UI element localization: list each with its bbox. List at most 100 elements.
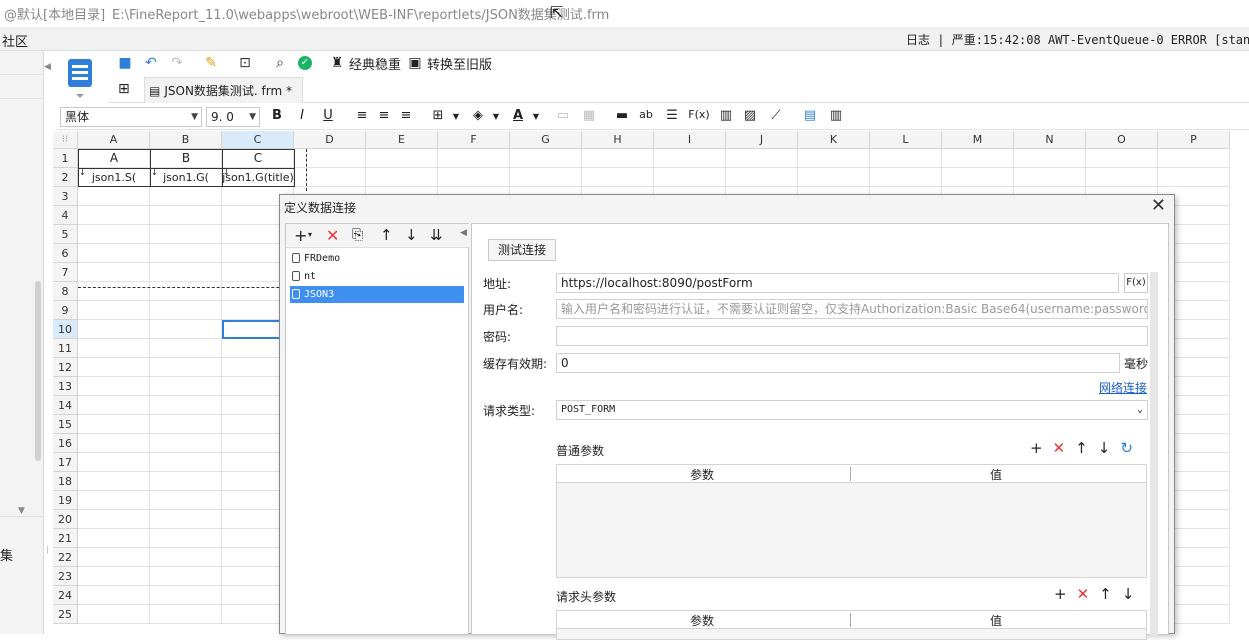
row-header[interactable]: 3 — [53, 187, 78, 206]
column-header[interactable]: G — [510, 131, 582, 149]
classic-theme-button[interactable]: ♜ 经典稳重 — [328, 53, 401, 73]
row-header[interactable]: 15 — [53, 415, 78, 434]
row-header[interactable]: 8 — [53, 282, 78, 301]
column-header[interactable]: K — [798, 131, 870, 149]
cell-b2[interactable]: json1.G( — [150, 171, 222, 184]
collapse-icon[interactable]: ◀ — [460, 228, 467, 238]
cell-a2[interactable]: json1.S( — [78, 171, 150, 184]
datasource-item-selected[interactable]: JSON3 — [290, 286, 464, 303]
align-right-icon[interactable]: ≡ — [396, 108, 416, 123]
password-field[interactable] — [556, 326, 1148, 346]
cache-field[interactable]: 0 — [556, 353, 1120, 373]
add-icon[interactable]: + — [1054, 585, 1067, 603]
column-header[interactable]: H — [582, 131, 654, 149]
cell-b1[interactable]: B — [150, 151, 222, 165]
row-header[interactable]: 20 — [53, 510, 78, 529]
tab-json-test[interactable]: ▤ JSON数据集测试. frm * — [144, 77, 304, 103]
text-ab-button[interactable]: ab — [636, 108, 656, 121]
splitter-handle-icon[interactable]: ⁞ — [46, 545, 49, 556]
add-icon[interactable]: + — [294, 226, 307, 245]
column-header[interactable]: J — [726, 131, 798, 149]
header-params-table[interactable]: 参数 值 — [556, 610, 1147, 640]
row-header[interactable]: 19 — [53, 491, 78, 510]
move-down-icon[interactable]: ↓ — [1098, 439, 1111, 457]
row-header[interactable]: 16 — [53, 434, 78, 453]
select-all-corner[interactable]: ⁝⁝ — [53, 131, 78, 149]
border-icon[interactable]: ⊞ — [428, 108, 448, 123]
chevron-down-icon[interactable]: ▼ — [486, 112, 506, 121]
chart-icon[interactable]: ▥ — [716, 108, 736, 123]
dataset-panel-label[interactable]: 集 — [0, 545, 13, 564]
cell-c2[interactable]: json1.G(title) — [222, 171, 294, 184]
bold-button[interactable]: B — [267, 108, 287, 123]
delete-icon[interactable]: ✕ — [326, 226, 339, 245]
column-header[interactable]: D — [294, 131, 366, 149]
row-header[interactable]: 14 — [53, 396, 78, 415]
community-menu[interactable]: 社区 — [2, 31, 28, 50]
redo-button[interactable]: ↷ — [168, 53, 186, 73]
chevron-down-icon[interactable]: ▼ — [446, 112, 466, 121]
fill-color-icon[interactable]: ◈ — [468, 108, 488, 123]
left-panel-scrollbar[interactable] — [35, 281, 41, 461]
copy-icon[interactable]: ⎘ — [352, 227, 363, 243]
formula-button[interactable]: F(x) — [1124, 273, 1148, 293]
settings-scrollbar[interactable] — [1150, 272, 1158, 636]
row-header[interactable]: 4 — [53, 206, 78, 225]
row-header[interactable]: 22 — [53, 548, 78, 567]
close-icon[interactable]: ✕ — [1151, 195, 1166, 216]
column-header[interactable]: E — [366, 131, 438, 149]
add-icon[interactable]: + — [1030, 439, 1043, 457]
log-status[interactable]: 日志 | 严重:15:42:08 AWT-EventQueue-0 ERROR … — [906, 31, 1249, 48]
column-header[interactable]: L — [870, 131, 942, 149]
request-type-select[interactable]: POST_FORM ⌄ — [556, 400, 1148, 420]
row-header[interactable]: 24 — [53, 586, 78, 605]
network-connection-link[interactable]: 网络连接 — [1099, 379, 1147, 396]
row-header[interactable]: 9 — [53, 301, 78, 320]
move-down-icon[interactable]: ↓ — [1122, 585, 1135, 603]
row-header[interactable]: 11 — [53, 339, 78, 358]
image-icon[interactable]: ▨ — [740, 108, 760, 123]
column-header[interactable]: F — [438, 131, 510, 149]
column-header[interactable]: N — [1014, 131, 1086, 149]
underline-button[interactable]: U — [318, 108, 338, 123]
column-header[interactable]: A — [78, 131, 150, 149]
column-header[interactable]: C — [222, 131, 294, 149]
unmerge-cells-icon[interactable]: ▦ — [579, 108, 599, 123]
insert-row-icon[interactable]: ▬ — [612, 108, 632, 123]
move-up-icon[interactable]: ↑ — [380, 226, 393, 244]
format-painter-button[interactable]: ✎ — [202, 53, 220, 73]
undo-button[interactable]: ↶ — [142, 53, 160, 73]
row-header[interactable]: 7 — [53, 263, 78, 282]
move-up-icon[interactable]: ↑ — [1099, 585, 1112, 603]
align-left-icon[interactable]: ≡ — [352, 108, 372, 123]
sort-icon[interactable]: ⇊ — [430, 226, 443, 244]
row-header[interactable]: 13 — [53, 377, 78, 396]
datasource-item[interactable]: nt — [290, 268, 464, 285]
move-down-icon[interactable]: ↓ — [405, 226, 418, 244]
row-header[interactable]: 25 — [53, 605, 78, 624]
chevron-down-icon[interactable]: ▾ — [308, 230, 312, 239]
preview-button[interactable]: ⊡ — [236, 53, 254, 73]
font-size-select[interactable]: 9. 0 ▼ — [206, 107, 260, 127]
row-header[interactable]: 23 — [53, 567, 78, 586]
slash-icon[interactable]: ⟋ — [766, 108, 786, 123]
delete-icon[interactable]: ✕ — [1077, 585, 1090, 603]
address-field[interactable]: https://localhost:8090/postForm — [556, 273, 1119, 293]
row-header[interactable]: 1 — [53, 149, 78, 168]
row-header[interactable]: 17 — [53, 453, 78, 472]
normal-params-table[interactable]: 参数 值 — [556, 464, 1147, 578]
row-header[interactable]: 6 — [53, 244, 78, 263]
save-button[interactable]: ■ — [116, 53, 134, 73]
align-center-icon[interactable]: ≡ — [374, 108, 394, 123]
username-field[interactable]: 输入用户名和密码进行认证，不需要认证则留空，仅支持Authorization:B… — [556, 299, 1148, 319]
cell-a1[interactable]: A — [78, 151, 150, 165]
collapse-left-icon[interactable]: ◀ — [44, 62, 51, 72]
move-up-icon[interactable]: ↑ — [1075, 439, 1088, 457]
column-header[interactable]: M — [942, 131, 1014, 149]
row-header[interactable]: 10 — [53, 320, 78, 339]
chevron-down-icon[interactable]: ▼ — [526, 112, 546, 121]
frame-icon[interactable]: ▤ — [800, 108, 820, 123]
row-header[interactable]: 21 — [53, 529, 78, 548]
font-color-icon[interactable]: A — [508, 108, 528, 123]
list-icon[interactable]: ▥ — [826, 108, 846, 123]
